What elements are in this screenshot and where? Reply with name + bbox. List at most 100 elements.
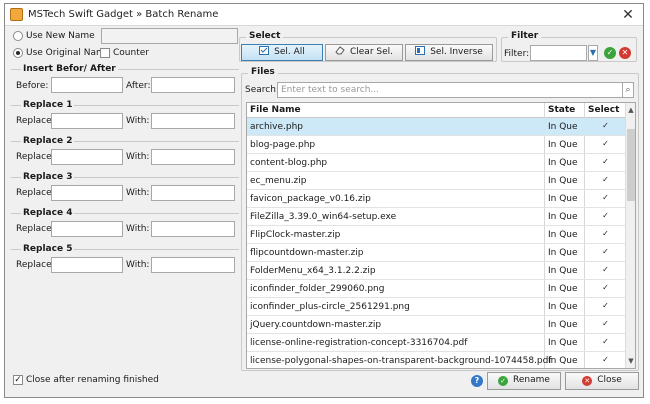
replace-1-label: Replace: <box>16 116 55 126</box>
batch-rename-window: MSTech Swift Gadget » Batch Rename ✕ Use… <box>4 3 644 398</box>
table-row[interactable]: content-blog.php In Que ✓ <box>247 154 625 172</box>
replace-1-field[interactable] <box>51 113 123 129</box>
filter-apply-icon[interactable]: ✓ <box>604 47 616 59</box>
table-row[interactable]: FolderMenu_x64_3.1.2.2.zip In Que ✓ <box>247 262 625 280</box>
replace-3-label: Replace: <box>16 188 55 198</box>
table-row[interactable]: FileZilla_3.39.0_win64-setup.exe In Que ✓ <box>247 208 625 226</box>
table-row[interactable]: FlipClock-master.zip In Que ✓ <box>247 226 625 244</box>
vertical-scrollbar[interactable]: ▲ ▼ <box>625 103 635 368</box>
select-checkbox[interactable]: ✓ <box>601 122 610 131</box>
file-name-cell: ec_menu.zip <box>250 176 307 186</box>
select-checkbox[interactable]: ✓ <box>601 284 610 293</box>
file-name-cell: FlipClock-master.zip <box>250 230 341 240</box>
insert-group-title: Insert Befor/ After <box>21 64 118 74</box>
state-cell: In Que <box>548 266 578 276</box>
eraser-icon <box>335 46 345 61</box>
scrollbar-thumb[interactable] <box>627 129 635 201</box>
use-original-name-radio[interactable] <box>13 48 23 58</box>
scroll-up-arrow-icon[interactable]: ▲ <box>626 105 635 115</box>
replace-4-field[interactable] <box>51 221 123 237</box>
close-icon: ✕ <box>582 376 593 386</box>
file-name-cell: content-blog.php <box>250 158 328 168</box>
table-row[interactable]: jQuery.countdown-master.zip In Que ✓ <box>247 316 625 334</box>
with-4-field[interactable] <box>151 221 235 237</box>
replace-1-title: Replace 1 <box>21 100 75 110</box>
close-after-checkbox[interactable]: ✓ <box>13 375 23 385</box>
replace-4-title: Replace 4 <box>21 208 75 218</box>
state-cell: In Que <box>548 176 578 186</box>
search-icon[interactable]: ⌕ <box>622 82 634 98</box>
close-after-label: Close after renaming finished <box>26 375 159 385</box>
select-checkbox[interactable]: ✓ <box>601 338 610 347</box>
with-3-field[interactable] <box>151 185 235 201</box>
select-inverse-button[interactable]: Sel. Inverse <box>405 44 493 61</box>
select-checkbox[interactable]: ✓ <box>601 176 610 185</box>
with-3-label: With: <box>126 188 150 198</box>
file-name-cell: iconfinder_plus-circle_2561291.png <box>250 302 410 312</box>
replace-2-label: Replace: <box>16 152 55 162</box>
with-5-field[interactable] <box>151 257 235 273</box>
new-name-field[interactable] <box>101 28 238 44</box>
select-checkbox[interactable]: ✓ <box>601 266 610 275</box>
state-cell: In Que <box>548 320 578 330</box>
with-1-field[interactable] <box>151 113 235 129</box>
select-checkbox[interactable]: ✓ <box>601 302 610 311</box>
rename-button[interactable]: ✓ Rename <box>487 372 561 390</box>
table-row[interactable]: favicon_package_v0.16.zip In Que ✓ <box>247 190 625 208</box>
select-all-button[interactable]: Sel. All <box>241 44 323 61</box>
inverse-icon <box>415 46 426 61</box>
replace-3-field[interactable] <box>51 185 123 201</box>
table-row[interactable]: license-polygonal-shapes-on-transparent-… <box>247 352 625 368</box>
file-name-cell: favicon_package_v0.16.zip <box>250 194 371 204</box>
table-row[interactable]: iconfinder_folder_299060.png In Que ✓ <box>247 280 625 298</box>
after-field[interactable] <box>151 77 235 93</box>
column-header-file-name[interactable]: File Name <box>250 105 301 115</box>
column-header-select[interactable]: Select <box>588 105 619 115</box>
state-cell: In Que <box>548 230 578 240</box>
file-name-cell: flipcountdown-master.zip <box>250 248 364 258</box>
select-checkbox[interactable]: ✓ <box>601 320 610 329</box>
column-header-state[interactable]: State <box>548 105 575 115</box>
use-new-name-radio[interactable] <box>13 31 23 41</box>
table-row[interactable]: flipcountdown-master.zip In Que ✓ <box>247 244 625 262</box>
before-field[interactable] <box>51 77 123 93</box>
select-checkbox[interactable]: ✓ <box>601 356 610 365</box>
clear-selection-button[interactable]: Clear Sel. <box>325 44 403 61</box>
table-row[interactable]: license-online-registration-concept-3316… <box>247 334 625 352</box>
select-checkbox[interactable]: ✓ <box>601 248 610 257</box>
select-checkbox[interactable]: ✓ <box>601 212 610 221</box>
select-checkbox[interactable]: ✓ <box>601 158 610 167</box>
search-input[interactable]: Enter text to search... <box>277 82 623 98</box>
file-name-cell: FolderMenu_x64_3.1.2.2.zip <box>250 266 376 276</box>
replace-5-title: Replace 5 <box>21 244 75 254</box>
clear-selection-label: Clear Sel. <box>349 47 393 57</box>
select-checkbox[interactable]: ✓ <box>601 194 610 203</box>
close-glyph: ✕ <box>584 377 591 385</box>
filter-label: Filter: <box>504 49 530 59</box>
window-close-button[interactable]: ✕ <box>619 6 637 24</box>
select-checkbox[interactable]: ✓ <box>601 140 610 149</box>
file-name-cell: jQuery.countdown-master.zip <box>250 320 382 330</box>
filter-dropdown-icon[interactable]: ▼ <box>588 45 598 61</box>
filter-field[interactable] <box>530 45 587 61</box>
table-row[interactable]: iconfinder_plus-circle_2561291.png In Que… <box>247 298 625 316</box>
file-name-cell: FileZilla_3.39.0_win64-setup.exe <box>250 212 397 222</box>
replace-5-field[interactable] <box>51 257 123 273</box>
counter-checkbox[interactable] <box>100 48 110 58</box>
help-icon[interactable]: ? <box>471 375 483 387</box>
table-row[interactable]: ec_menu.zip In Que ✓ <box>247 172 625 190</box>
rename-ok-glyph: ✓ <box>500 377 506 385</box>
replace-2-title: Replace 2 <box>21 136 75 146</box>
select-group-title: Select <box>246 31 284 41</box>
table-row[interactable]: archive.php In Que ✓ <box>247 118 625 136</box>
title-bar: MSTech Swift Gadget » Batch Rename ✕ <box>5 4 643 26</box>
scroll-down-arrow-icon[interactable]: ▼ <box>626 356 635 366</box>
filter-cancel-icon[interactable]: ✕ <box>619 47 631 59</box>
close-button[interactable]: ✕ Close <box>565 372 639 390</box>
with-2-field[interactable] <box>151 149 235 165</box>
replace-2-field[interactable] <box>51 149 123 165</box>
files-group-title: Files <box>248 67 278 77</box>
file-name-cell: iconfinder_folder_299060.png <box>250 284 385 294</box>
select-checkbox[interactable]: ✓ <box>601 230 610 239</box>
table-row[interactable]: blog-page.php In Que ✓ <box>247 136 625 154</box>
